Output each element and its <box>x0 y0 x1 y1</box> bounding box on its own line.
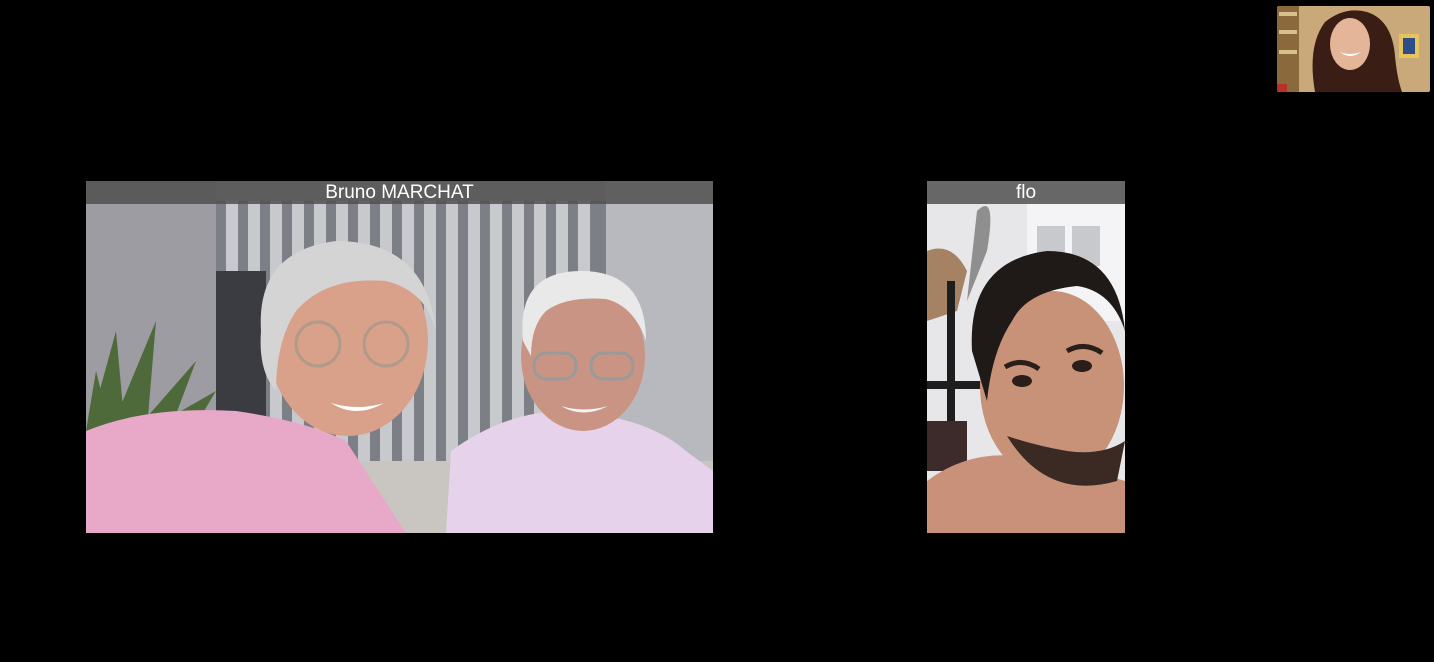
self-video-feed <box>1277 6 1430 92</box>
participant-tile-bruno[interactable]: Bruno MARCHAT <box>86 181 713 533</box>
participant-tile-flo[interactable]: flo <box>927 181 1125 533</box>
participant-video-feed <box>86 181 713 533</box>
self-view-tile[interactable] <box>1277 6 1430 92</box>
participant-video-feed <box>927 181 1125 533</box>
participant-name-label: Bruno MARCHAT <box>86 181 713 204</box>
participant-name-label: flo <box>927 181 1125 204</box>
video-call-stage: Bruno MARCHAT flo <box>0 0 1434 662</box>
